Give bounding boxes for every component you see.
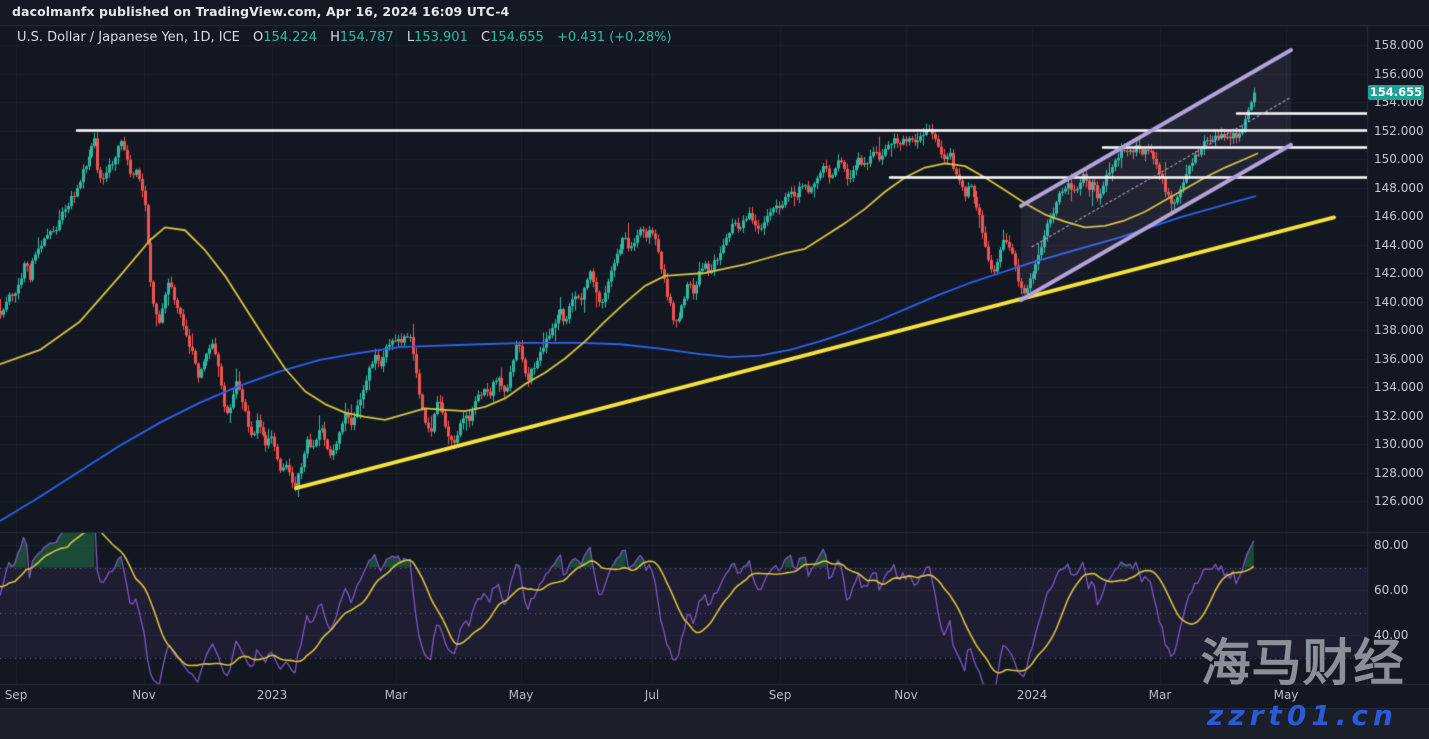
price-axis-label: 134.000	[1374, 380, 1424, 394]
price-axis-label: 142.000	[1374, 266, 1424, 280]
low-value: 153.901	[414, 30, 468, 45]
publish-bar: dacolmanfx published on TradingView.com,…	[0, 0, 1429, 26]
open-label: O	[253, 30, 263, 45]
time-axis-label: 2023	[257, 688, 288, 702]
symbol-title[interactable]: U.S. Dollar / Japanese Yen, 1D, ICE	[17, 30, 240, 45]
price-axis-label: 138.000	[1374, 323, 1424, 337]
low-label: L	[407, 30, 414, 45]
time-axis-label: May	[509, 688, 534, 702]
price-axis-label: 156.000	[1374, 67, 1424, 81]
price-axis-label: 150.000	[1374, 152, 1424, 166]
price-axis-label: 136.000	[1374, 352, 1424, 366]
price-axis-label: 148.000	[1374, 181, 1424, 195]
main-chart-canvas[interactable]	[0, 0, 1429, 739]
price-axis-label: 126.000	[1374, 494, 1424, 508]
price-axis-label: 144.000	[1374, 238, 1424, 252]
publish-text: dacolmanfx published on TradingView.com,…	[12, 4, 509, 19]
price-axis-label: 146.000	[1374, 209, 1424, 223]
tradingview-chart-page: dacolmanfx published on TradingView.com,…	[0, 0, 1429, 739]
time-axis-label: Mar	[385, 688, 408, 702]
open-value: 154.224	[263, 30, 317, 45]
time-axis-label: 2024	[1017, 688, 1048, 702]
time-axis-label: Mar	[1149, 688, 1172, 702]
time-axis-label: Sep	[5, 688, 28, 702]
time-axis-label: Sep	[769, 688, 792, 702]
time-axis-label: Nov	[132, 688, 155, 702]
rsi-axis-label: 80.00	[1374, 538, 1408, 552]
close-label: C	[481, 30, 490, 45]
price-axis-label: 152.000	[1374, 124, 1424, 138]
rsi-axis-label: 60.00	[1374, 583, 1408, 597]
high-label: H	[330, 30, 340, 45]
time-axis-label: Nov	[894, 688, 917, 702]
change-value: +0.431 (+0.28%)	[557, 30, 672, 45]
time-axis-label: Jul	[645, 688, 659, 702]
price-axis-label: 130.000	[1374, 437, 1424, 451]
last-price-badge: 154.655	[1368, 85, 1424, 100]
close-value: 154.655	[490, 30, 544, 45]
price-axis-label: 140.000	[1374, 295, 1424, 309]
price-axis-label: 158.000	[1374, 38, 1424, 52]
price-axis-label: 128.000	[1374, 466, 1424, 480]
watermark-url: zzrt01.cn	[1180, 699, 1425, 732]
symbol-legend[interactable]: U.S. Dollar / Japanese Yen, 1D, ICE O154…	[17, 30, 672, 45]
watermark-chinese: 海马财经	[1180, 636, 1425, 691]
price-axis-label: 132.000	[1374, 409, 1424, 423]
high-value: 154.787	[340, 30, 394, 45]
